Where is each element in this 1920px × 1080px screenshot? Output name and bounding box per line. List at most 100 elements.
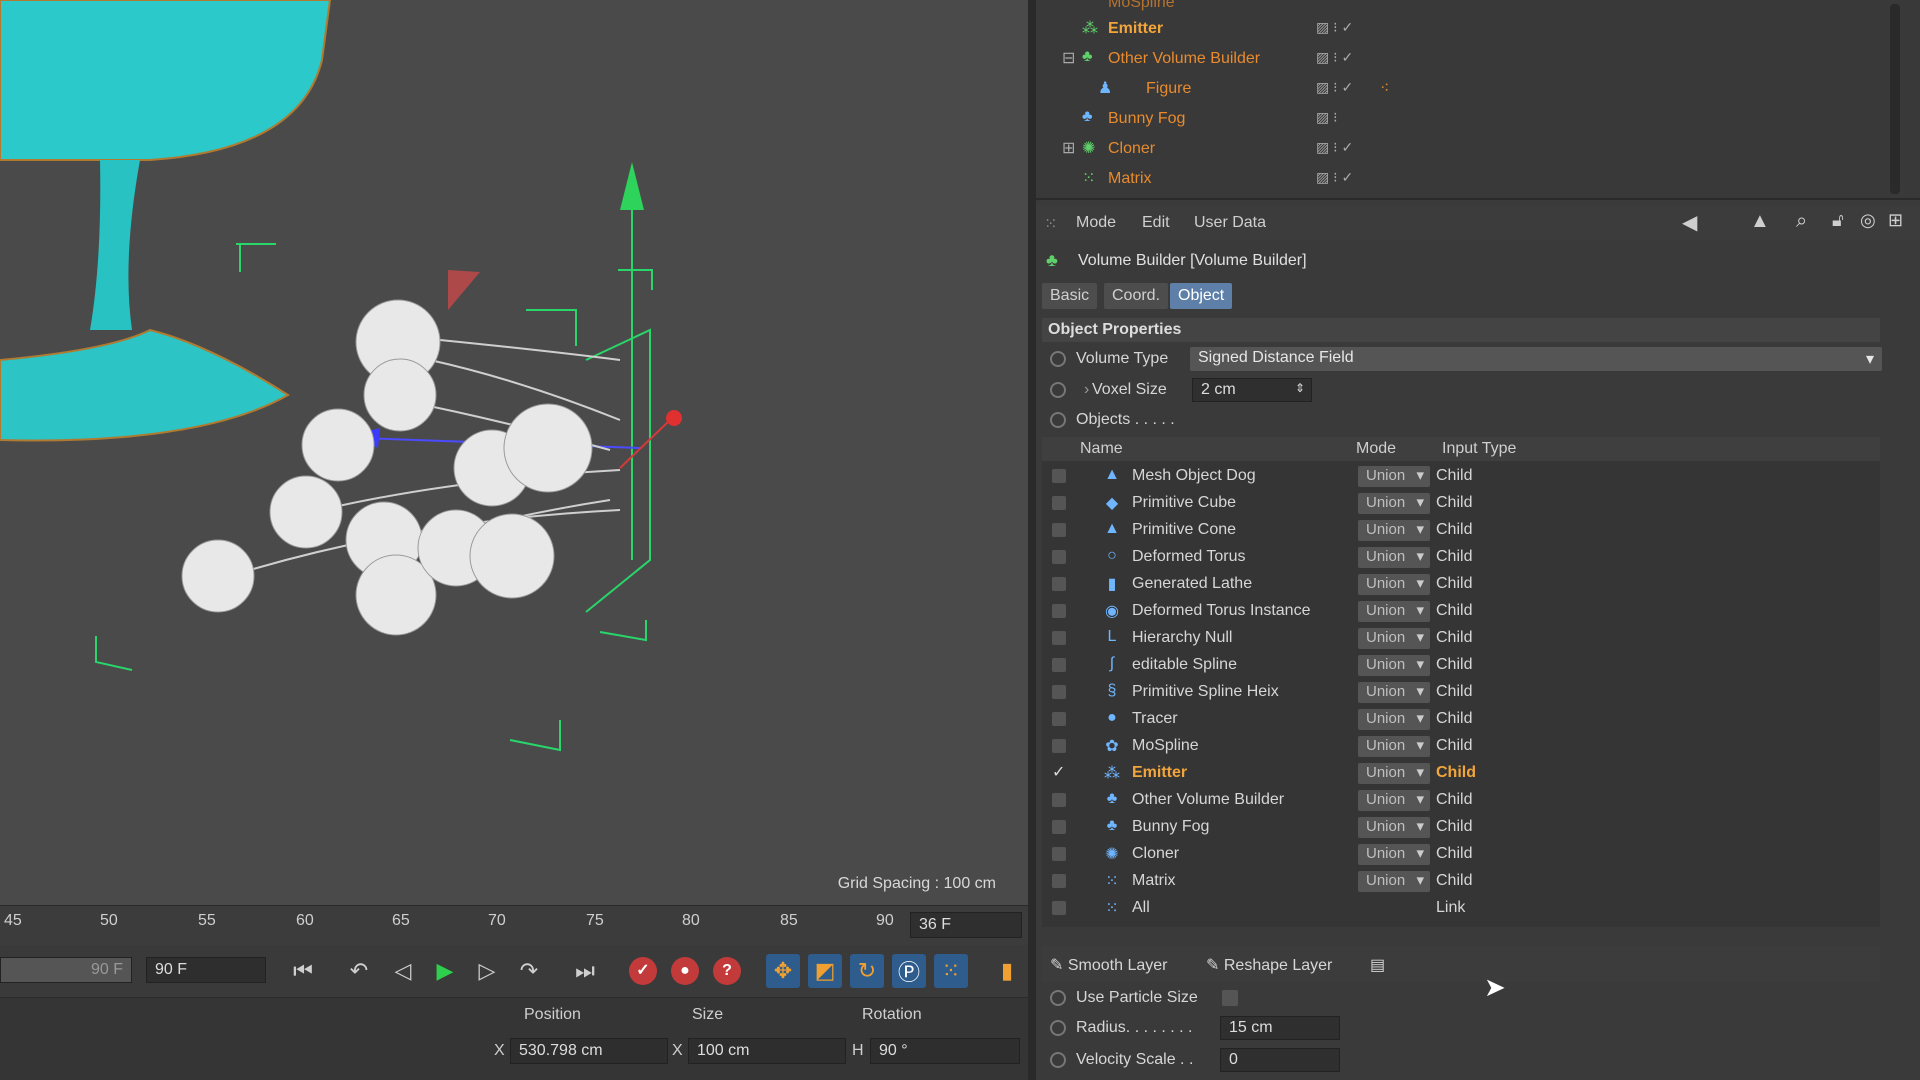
menu-user-data[interactable]: User Data bbox=[1194, 214, 1266, 232]
row-checkbox[interactable] bbox=[1052, 469, 1066, 483]
go-to-end-button[interactable]: ⏭ bbox=[568, 954, 602, 988]
objects-list[interactable]: Name Mode Input Type ▲ Mesh Object Dog Uni… bbox=[1042, 437, 1880, 927]
object-manager[interactable]: MoSpline ⁂ Emitter ▨ ⁝ ✓ ⊟ ♣ Other Volum… bbox=[1036, 0, 1920, 200]
go-to-start-button[interactable]: ⏮ bbox=[286, 954, 320, 988]
mode-dropdown[interactable]: Union bbox=[1358, 466, 1430, 487]
objects-list-row[interactable]: ○ Deformed Torus Union Child bbox=[1042, 544, 1880, 571]
objects-list-row[interactable]: ♣ Other Volume Builder Union Child bbox=[1042, 787, 1880, 814]
target-icon[interactable]: ◎ bbox=[1860, 210, 1876, 231]
previous-key-button[interactable]: ↶ bbox=[342, 954, 376, 988]
animate-radio[interactable] bbox=[1050, 1020, 1066, 1036]
mode-column-header[interactable]: Mode bbox=[1356, 440, 1396, 458]
mode-dropdown[interactable]: Union bbox=[1358, 763, 1430, 784]
row-checkbox[interactable] bbox=[1052, 631, 1066, 645]
objects-list-row[interactable]: ✿ MoSpline Union Child bbox=[1042, 733, 1880, 760]
volume-type-dropdown[interactable]: Signed Distance Field ▾ bbox=[1190, 347, 1882, 371]
objects-list-row[interactable]: ◆ Primitive Cube Union Child bbox=[1042, 490, 1880, 517]
objects-list-row[interactable]: ✓ ⁂ Emitter Union Child bbox=[1042, 760, 1880, 787]
expand-arrow-icon[interactable]: › bbox=[1084, 381, 1089, 399]
object-row[interactable]: ⁙ Matrix ▨ ⁝ ✓ bbox=[1036, 164, 1886, 194]
mode-dropdown[interactable]: Union bbox=[1358, 628, 1430, 649]
3d-viewport[interactable]: Grid Spacing : 100 cm bbox=[0, 0, 1028, 905]
tab-coord[interactable]: Coord. bbox=[1104, 283, 1169, 309]
panel-divider[interactable] bbox=[1028, 0, 1036, 1080]
start-frame-field[interactable]: 90 F bbox=[0, 957, 132, 983]
input-type-column-header[interactable]: Input Type bbox=[1442, 440, 1516, 458]
tab-object[interactable]: Object bbox=[1170, 283, 1233, 309]
mode-dropdown[interactable]: Union bbox=[1358, 790, 1430, 811]
menu-edit[interactable]: Edit bbox=[1142, 214, 1170, 232]
move-key-button[interactable]: ✥ bbox=[766, 954, 800, 988]
keyframe-selection-button[interactable]: ? bbox=[710, 954, 744, 988]
mode-dropdown[interactable]: Union bbox=[1358, 871, 1430, 892]
mode-dropdown[interactable]: Union bbox=[1358, 682, 1430, 703]
reshape-layer-button[interactable]: ✎ Reshape Layer bbox=[1198, 952, 1340, 978]
next-frame-button[interactable]: ▷ bbox=[470, 954, 504, 988]
object-row[interactable]: ⁂ Emitter ▨ ⁝ ✓ bbox=[1036, 14, 1886, 44]
row-checkbox[interactable] bbox=[1052, 550, 1066, 564]
previous-frame-button[interactable]: ◁ bbox=[386, 954, 420, 988]
objects-list-row[interactable]: ∫ editable Spline Union Child bbox=[1042, 652, 1880, 679]
objects-list-row[interactable]: ♣ Bunny Fog Union Child bbox=[1042, 814, 1880, 841]
objects-list-row[interactable]: L Hierarchy Null Union Child bbox=[1042, 625, 1880, 652]
current-frame-field[interactable]: 36 F bbox=[910, 912, 1022, 938]
scale-key-button[interactable]: ◩ bbox=[808, 954, 842, 988]
objects-list-row[interactable]: ✺ Cloner Union Child bbox=[1042, 841, 1880, 868]
animate-radio[interactable] bbox=[1050, 351, 1066, 367]
mode-dropdown[interactable]: Union bbox=[1358, 844, 1430, 865]
row-checkbox[interactable] bbox=[1052, 739, 1066, 753]
x-size-field[interactable]: 100 cm bbox=[688, 1038, 846, 1064]
smooth-layer-button[interactable]: ✎ Smooth Layer bbox=[1042, 952, 1175, 978]
mode-dropdown[interactable]: Union bbox=[1358, 601, 1430, 622]
mode-dropdown[interactable]: Union bbox=[1358, 574, 1430, 595]
next-key-button[interactable]: ↷ bbox=[512, 954, 546, 988]
velocity-scale-field[interactable]: 0 bbox=[1220, 1048, 1340, 1072]
expand-icon[interactable]: ⊞ bbox=[1062, 138, 1075, 158]
menu-mode[interactable]: Mode bbox=[1076, 214, 1116, 232]
objects-list-row[interactable]: ● Tracer Union Child bbox=[1042, 706, 1880, 733]
row-checkbox[interactable] bbox=[1052, 793, 1066, 807]
animate-radio[interactable] bbox=[1050, 412, 1066, 428]
rotate-key-button[interactable]: ↻ bbox=[850, 954, 884, 988]
record-button[interactable]: ✓ bbox=[626, 954, 660, 988]
collapse-icon[interactable]: ⊟ bbox=[1062, 48, 1075, 68]
param-key-button[interactable]: Ⓟ bbox=[892, 954, 926, 988]
row-checkbox[interactable] bbox=[1052, 604, 1066, 618]
name-column-header[interactable]: Name bbox=[1080, 440, 1123, 458]
play-button[interactable]: ▶ bbox=[428, 954, 462, 988]
row-checkbox[interactable] bbox=[1052, 820, 1066, 834]
mode-dropdown[interactable]: Union bbox=[1358, 520, 1430, 541]
row-checkbox[interactable] bbox=[1052, 577, 1066, 591]
animate-radio[interactable] bbox=[1050, 1052, 1066, 1068]
end-frame-field[interactable]: 90 F bbox=[146, 957, 266, 983]
object-row[interactable]: ♟ Figure ▨ ⁝ ✓ ⁖ bbox=[1036, 74, 1886, 104]
mode-dropdown[interactable]: Union bbox=[1358, 817, 1430, 838]
x-position-field[interactable]: 530.798 cm bbox=[510, 1038, 668, 1064]
use-particle-size-checkbox[interactable] bbox=[1222, 990, 1238, 1006]
objects-list-row[interactable]: ◉ Deformed Torus Instance Union Child bbox=[1042, 598, 1880, 625]
mode-dropdown[interactable]: Union bbox=[1358, 709, 1430, 730]
objects-list-row[interactable]: ▮ Generated Lathe Union Child bbox=[1042, 571, 1880, 598]
object-row[interactable]: ⊟ ♣ Other Volume Builder ▨ ⁝ ✓ bbox=[1036, 44, 1886, 74]
lock-icon[interactable]: 🔓︎ bbox=[1832, 210, 1844, 231]
row-checkbox[interactable] bbox=[1052, 847, 1066, 861]
row-checkbox[interactable] bbox=[1052, 874, 1066, 888]
mode-dropdown[interactable]: Union bbox=[1358, 736, 1430, 757]
row-checkbox[interactable] bbox=[1052, 901, 1066, 915]
objects-list-row[interactable]: ▲ Primitive Cone Union Child bbox=[1042, 517, 1880, 544]
new-panel-icon[interactable]: ⊞ bbox=[1888, 210, 1903, 231]
row-checkbox[interactable] bbox=[1052, 523, 1066, 537]
mode-dropdown[interactable]: Union bbox=[1358, 493, 1430, 514]
voxel-size-field[interactable]: 2 cm ⇕ bbox=[1192, 378, 1312, 402]
search-icon[interactable]: ⌕ bbox=[1796, 210, 1807, 233]
back-arrow-icon[interactable]: ◀ bbox=[1682, 210, 1697, 235]
h-rotation-field[interactable]: 90 ° bbox=[870, 1038, 1020, 1064]
animate-radio[interactable] bbox=[1050, 382, 1066, 398]
mode-dropdown[interactable]: Union bbox=[1358, 655, 1430, 676]
row-checkbox[interactable] bbox=[1052, 712, 1066, 726]
object-manager-scrollbar[interactable] bbox=[1890, 4, 1900, 194]
objects-list-row[interactable]: ⁙ All Link bbox=[1042, 895, 1880, 922]
mode-dropdown[interactable]: Union bbox=[1358, 547, 1430, 568]
objects-list-row[interactable]: ⁙ Matrix Union Child bbox=[1042, 868, 1880, 895]
timeline[interactable]: 45 50 55 60 65 70 75 80 85 90 36 F bbox=[0, 905, 1028, 945]
